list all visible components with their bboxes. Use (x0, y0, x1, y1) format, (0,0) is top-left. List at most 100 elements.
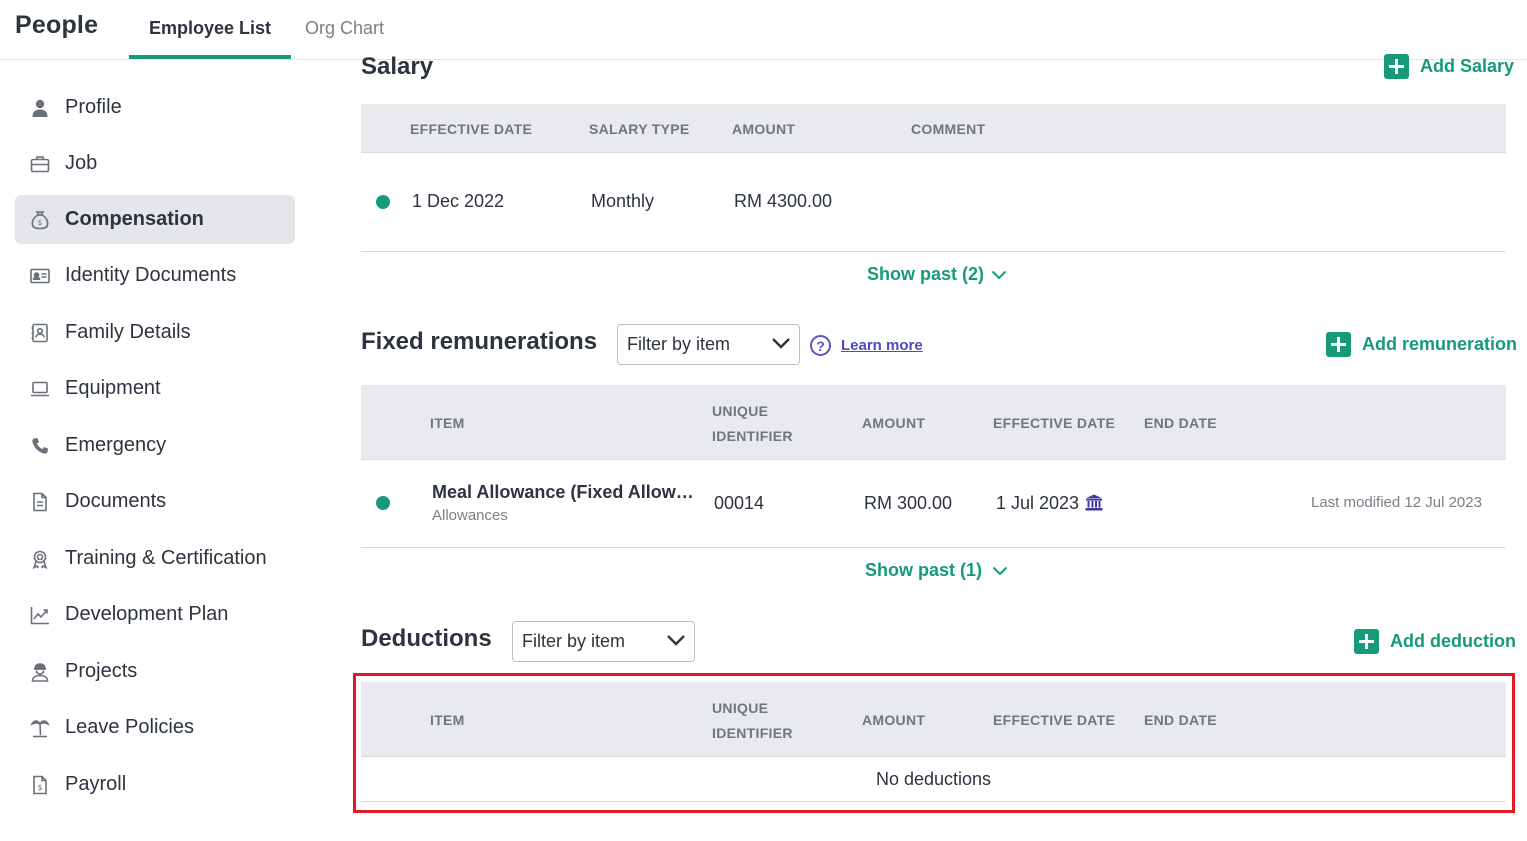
svg-text:$: $ (38, 219, 42, 227)
chevron-down-icon (992, 566, 1008, 575)
add-salary-label: Add Salary (1420, 56, 1515, 76)
unique-identifier: 00014 (714, 493, 765, 513)
sidebar-item-label: Compensation (65, 208, 204, 230)
column-header: ITEM (430, 712, 465, 728)
chevron-down-icon (991, 270, 1007, 279)
sidebar-item-label: Projects (65, 660, 138, 682)
plus-icon (1354, 629, 1379, 654)
sidebar-item-job[interactable]: Job (15, 139, 295, 188)
deductions-title: Deductions (361, 625, 492, 652)
salary-type: Monthly (591, 191, 655, 211)
column-header: UNIQUE (712, 700, 769, 716)
sidebar-item-label: Leave Policies (65, 716, 194, 738)
briefcase-icon (29, 153, 51, 175)
add-remuneration-button[interactable]: Add remuneration (1326, 332, 1517, 357)
sidebar-item-training-certification[interactable]: Training & Certification (15, 534, 295, 583)
effective-date: 1 Dec 2022 (412, 191, 505, 211)
sidebar-item-profile[interactable]: Profile (15, 83, 295, 132)
chevron-down-icon (667, 635, 685, 646)
sidebar-item-leave-policies[interactable]: Leave Policies (15, 703, 295, 752)
palm-tree-icon (29, 717, 51, 739)
sidebar-item-family-details[interactable]: Family Details (15, 308, 295, 357)
column-header: COMMENT (911, 121, 986, 137)
money-bag-icon: $ (29, 209, 51, 231)
person-icon (29, 97, 51, 119)
sidebar-item-identity-documents[interactable]: Identity Documents (15, 251, 295, 300)
top-bar: People Employee List Org Chart (0, 0, 1527, 60)
add-salary-button[interactable]: Add Salary (1384, 54, 1514, 79)
payslip-icon: $ (29, 774, 51, 796)
id-card-icon (29, 265, 51, 287)
app-title: People (15, 11, 99, 39)
show-past-label: Show past (1) (865, 560, 983, 580)
learn-more-link[interactable]: ? Learn more (810, 335, 923, 356)
plus-icon (1384, 54, 1409, 79)
filter-by-item-select[interactable]: Filter by item (617, 324, 800, 365)
show-past-label: Show past (2) (867, 264, 985, 284)
bank-icon (1085, 494, 1103, 516)
worker-icon (29, 661, 51, 683)
column-header: AMOUNT (862, 415, 926, 431)
salary-table-header: EFFECTIVE DATE SALARY TYPE AMOUNT COMMEN… (361, 104, 1506, 153)
sidebar-item-label: Family Details (65, 321, 191, 343)
sidebar-item-label: Job (65, 152, 98, 174)
column-header: END DATE (1144, 712, 1217, 728)
column-header: ITEM (430, 415, 465, 431)
help-icon: ? (810, 335, 831, 356)
tab-employee-list[interactable]: Employee List (129, 18, 292, 59)
column-header: EFFECTIVE DATE (410, 121, 533, 137)
sidebar-item-label: Profile (65, 96, 122, 118)
svg-text:$: $ (37, 783, 42, 792)
active-status-dot (376, 496, 390, 510)
sidebar-item-label: Emergency (65, 434, 167, 456)
sidebar-item-label: Identity Documents (65, 264, 237, 286)
column-header: EFFECTIVE DATE (993, 712, 1116, 728)
chart-line-icon (29, 604, 51, 626)
sidebar-item-projects[interactable]: Projects (15, 647, 295, 696)
filter-select-value: Filter by item (522, 631, 626, 651)
divider (361, 251, 1506, 252)
amount: RM 4300.00 (734, 191, 833, 211)
empty-state-message: No deductions (875, 769, 992, 789)
sidebar-item-emergency[interactable]: Emergency (15, 421, 295, 470)
active-status-dot (376, 195, 390, 209)
sidebar-item-payroll[interactable]: $ Payroll (15, 760, 295, 809)
column-header: EFFECTIVE DATE (993, 415, 1116, 431)
show-past-salary-button[interactable]: Show past (2) (867, 264, 1007, 285)
chevron-down-icon (772, 338, 790, 349)
laptop-icon (29, 378, 51, 400)
column-header: END DATE (1144, 415, 1217, 431)
sidebar-item-label: Equipment (65, 377, 161, 399)
column-header: UNIQUE (712, 403, 769, 419)
deductions-table-header: ITEM UNIQUE IDENTIFIER AMOUNT EFFECTIVE … (361, 682, 1506, 757)
effective-date: 1 Jul 2023 (996, 493, 1080, 513)
learn-more-label: Learn more (841, 337, 923, 354)
amount: RM 300.00 (864, 493, 953, 513)
fixed-remunerations-table-header: ITEM UNIQUE IDENTIFIER AMOUNT EFFECTIVE … (361, 385, 1506, 460)
show-past-remunerations-button[interactable]: Show past (1) (865, 560, 1008, 581)
add-remuneration-label: Add remuneration (1362, 334, 1518, 354)
filter-by-item-select[interactable]: Filter by item (512, 621, 695, 662)
item-category: Allowances (432, 507, 508, 524)
sidebar-item-label: Payroll (65, 773, 127, 795)
item-name[interactable]: Meal Allowance (Fixed Allow… (432, 482, 694, 503)
sidebar-item-compensation[interactable]: $ Compensation (15, 195, 295, 244)
sidebar-item-label: Documents (65, 490, 167, 512)
plus-icon (1326, 332, 1351, 357)
last-modified: Last modified 12 Jul 2023 (1311, 494, 1482, 511)
column-header: IDENTIFIER (712, 428, 793, 444)
sidebar-item-development-plan[interactable]: Development Plan (15, 590, 295, 639)
add-deduction-label: Add deduction (1390, 631, 1516, 651)
contact-book-icon (29, 322, 51, 344)
filter-select-value: Filter by item (627, 334, 731, 354)
salary-title: Salary (361, 53, 434, 80)
award-icon (29, 548, 51, 570)
divider (361, 547, 1506, 548)
sidebar-item-equipment[interactable]: Equipment (15, 364, 295, 413)
sidebar-item-documents[interactable]: Documents (15, 477, 295, 526)
column-header: AMOUNT (862, 712, 926, 728)
column-header: SALARY TYPE (589, 121, 690, 137)
column-header: AMOUNT (732, 121, 796, 137)
divider (361, 801, 1506, 802)
add-deduction-button[interactable]: Add deduction (1354, 629, 1516, 654)
